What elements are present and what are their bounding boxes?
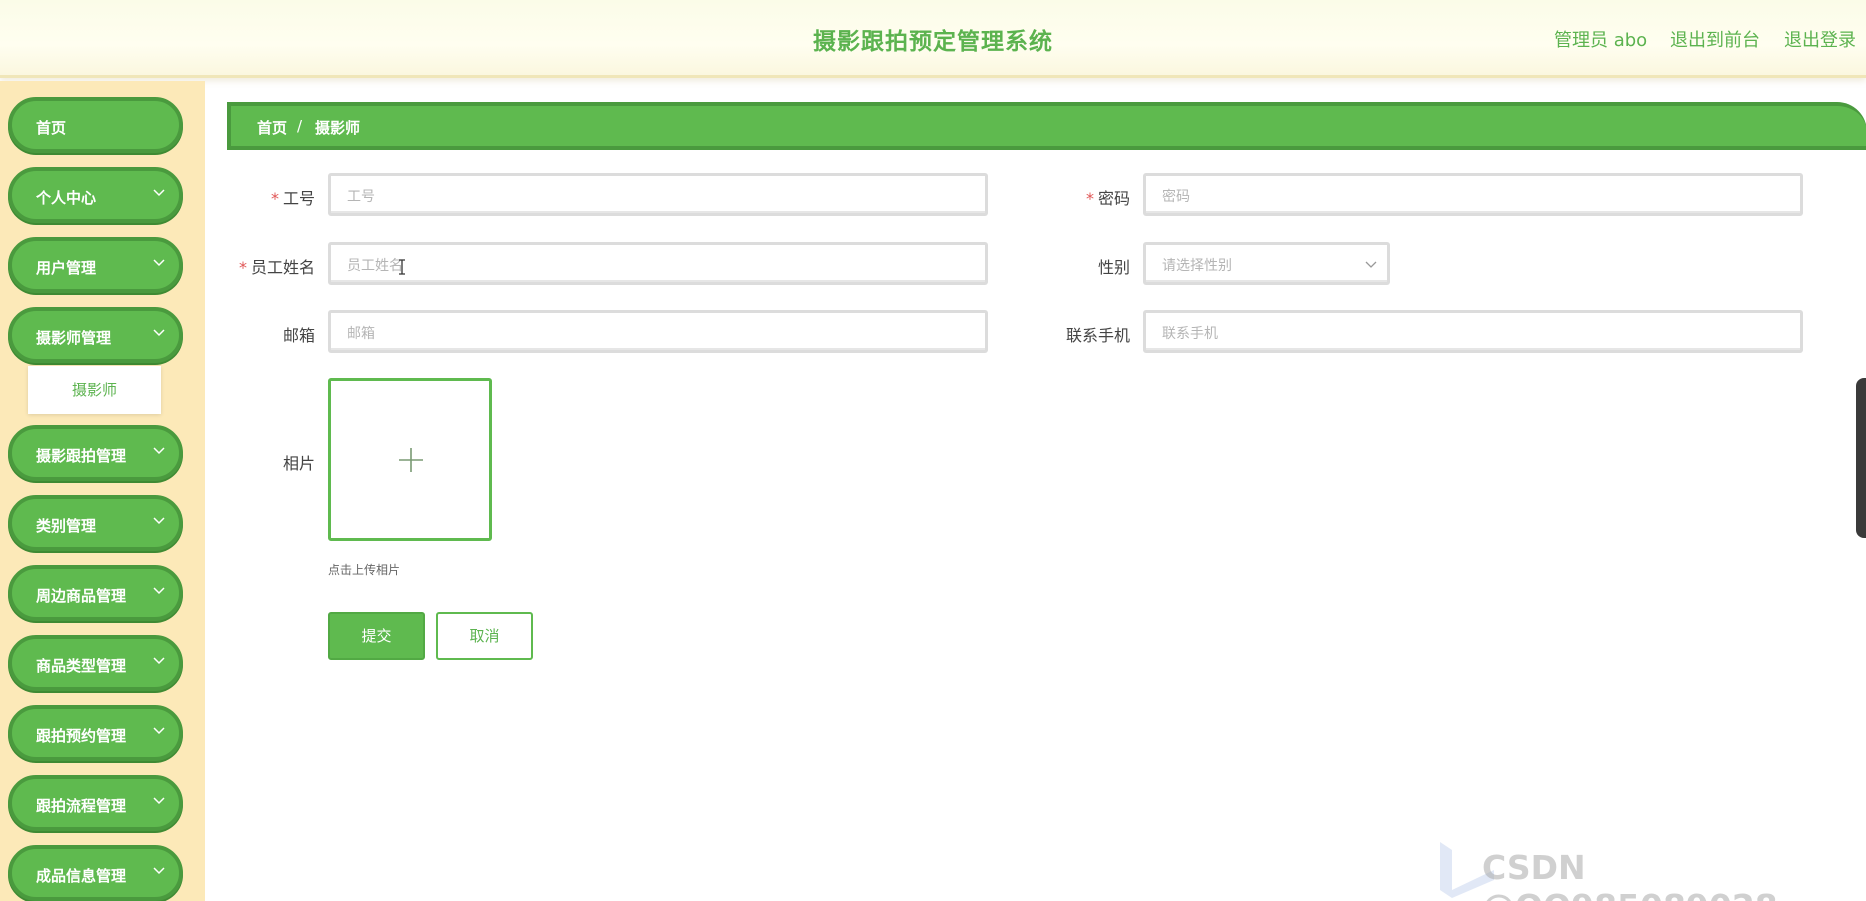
sidebar-item-product-type-management[interactable]: 商品类型管理 xyxy=(8,635,183,691)
chevron-down-icon xyxy=(151,653,167,669)
sidebar-item-booking-management[interactable]: 跟拍预约管理 xyxy=(8,705,183,761)
text-cursor-icon xyxy=(398,259,406,279)
job-no-input[interactable]: 工号 xyxy=(328,173,988,216)
sidebar-item-process-management[interactable]: 跟拍流程管理 xyxy=(8,775,183,831)
chevron-down-icon xyxy=(151,863,167,879)
back-to-frontend-link[interactable]: 退出到前台 xyxy=(1670,26,1760,52)
name-label: * 员工姓名 xyxy=(238,258,315,277)
sidebar-item-user-management[interactable]: 用户管理 xyxy=(8,237,183,293)
photo-upload-box[interactable] xyxy=(328,378,492,541)
name-input[interactable]: 员工姓名 xyxy=(328,242,988,285)
sidebar-item-label: 首页 xyxy=(36,119,67,137)
phone-label: 联系手机 xyxy=(1065,326,1130,345)
phone-input[interactable]: 联系手机 xyxy=(1143,310,1803,353)
email-input[interactable]: 邮箱 xyxy=(328,310,988,353)
sidebar-item-product-info-management[interactable]: 成品信息管理 xyxy=(8,845,183,901)
submit-button[interactable]: 提交 xyxy=(328,612,425,660)
sidebar-item-home[interactable]: 首页 xyxy=(8,97,183,153)
sidebar-item-label: 个人中心 xyxy=(36,189,97,207)
sidebar-item-label: 摄影跟拍管理 xyxy=(36,447,127,465)
top-header: 摄影跟拍预定管理系统 管理员 abo 退出到前台 退出登录 xyxy=(0,0,1866,78)
sidebar-item-label: 摄影师管理 xyxy=(36,329,112,347)
sidebar-item-personal-center[interactable]: 个人中心 xyxy=(8,167,183,223)
gender-select-placeholder: 请选择性别 xyxy=(1162,258,1232,274)
job-no-label: * 工号 xyxy=(270,189,315,208)
breadcrumb: 首页 / 摄影师 xyxy=(227,102,1866,150)
sidebar-item-label: 类别管理 xyxy=(36,517,97,535)
sidebar-item-label: 用户管理 xyxy=(36,259,97,277)
breadcrumb-home[interactable]: 首页 xyxy=(257,117,287,138)
sidebar-item-label: 周边商品管理 xyxy=(36,587,127,605)
submenu-item-photographer[interactable]: 摄影师 xyxy=(28,366,161,414)
sidebar-item-label: 商品类型管理 xyxy=(36,657,127,675)
side-panel-tab[interactable] xyxy=(1856,378,1866,538)
sidebar-item-photographer-management[interactable]: 摄影师管理 xyxy=(8,307,183,363)
sidebar-item-category-management[interactable]: 类别管理 xyxy=(8,495,183,551)
chevron-down-icon xyxy=(151,513,167,529)
chevron-down-icon xyxy=(151,325,167,341)
upload-tip: 点击上传相片 xyxy=(328,563,401,577)
cancel-button[interactable]: 取消 xyxy=(436,612,533,660)
chevron-down-icon xyxy=(151,723,167,739)
photo-label: 相片 xyxy=(282,454,315,473)
email-label: 邮箱 xyxy=(282,326,315,345)
chevron-down-icon xyxy=(151,443,167,459)
chevron-down-icon xyxy=(1365,257,1377,273)
sidebar-item-merch-management[interactable]: 周边商品管理 xyxy=(8,565,183,621)
sidebar: 首页 个人中心 用户管理 摄影师管理 摄影跟拍管理 类别管理 周边商品管理 商品… xyxy=(0,81,205,901)
password-label: * 密码 xyxy=(1085,189,1130,208)
gender-select[interactable]: 请选择性别 xyxy=(1143,242,1390,285)
chevron-down-icon xyxy=(151,793,167,809)
breadcrumb-current: 摄影师 xyxy=(315,119,361,137)
sidebar-item-label: 跟拍流程管理 xyxy=(36,797,127,815)
chevron-down-icon xyxy=(151,583,167,599)
logout-link[interactable]: 退出登录 xyxy=(1784,26,1856,52)
breadcrumb-separator: / xyxy=(297,117,303,135)
admin-user-label[interactable]: 管理员 abo xyxy=(1554,26,1647,52)
chevron-down-icon xyxy=(151,185,167,201)
password-input[interactable]: 密码 xyxy=(1143,173,1803,216)
plus-icon xyxy=(399,448,423,472)
gender-label: 性别 xyxy=(1097,258,1130,277)
sidebar-item-label: 成品信息管理 xyxy=(36,867,127,885)
watermark-text: CSDN @QQ985089028 xyxy=(1482,848,1778,901)
chevron-down-icon xyxy=(151,255,167,271)
sidebar-item-label: 跟拍预约管理 xyxy=(36,727,127,745)
sidebar-item-photo-follow-management[interactable]: 摄影跟拍管理 xyxy=(8,425,183,481)
